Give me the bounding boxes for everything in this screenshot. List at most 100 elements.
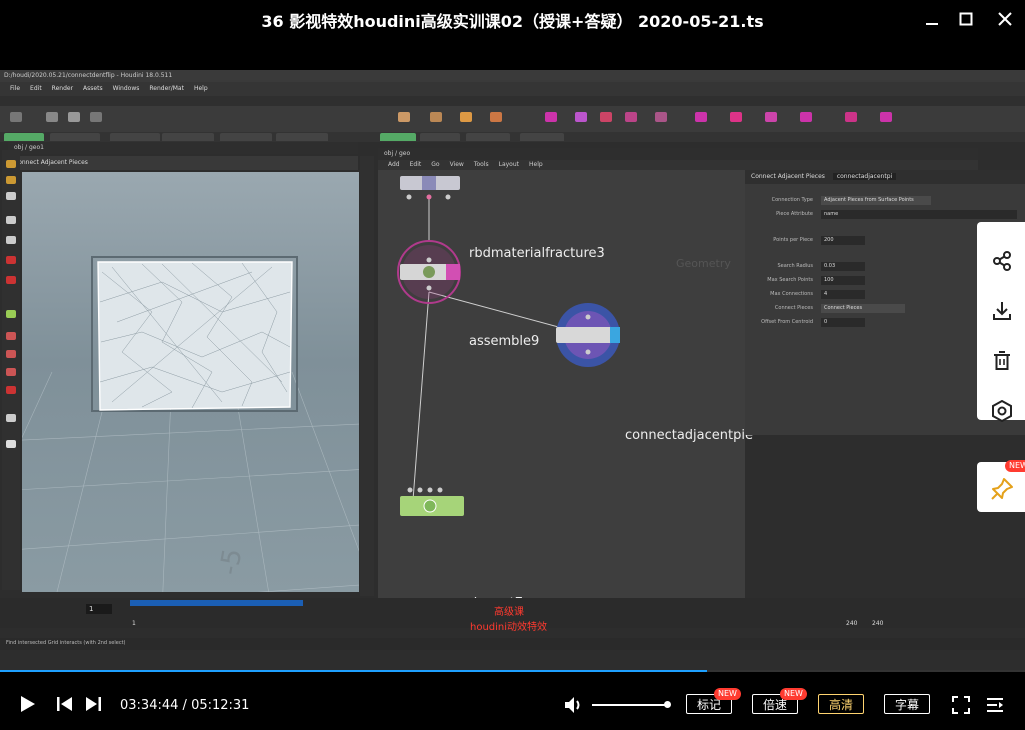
menu-rendermat: Render/Mat xyxy=(149,85,184,92)
parameter-header: Connect Adjacent Pieces connectadjacentp… xyxy=(745,170,1025,184)
shelf-tool-icon xyxy=(10,112,22,122)
next-button[interactable] xyxy=(84,695,102,717)
tool-icon[interactable] xyxy=(6,310,16,318)
tool-icon[interactable] xyxy=(6,350,16,358)
frame-start[interactable]: 1 xyxy=(132,620,136,627)
tool-icon[interactable] xyxy=(6,176,16,184)
node-rbdmaterialfracture3[interactable] xyxy=(400,176,460,200)
tool-icon[interactable] xyxy=(6,414,16,422)
pane-tab[interactable] xyxy=(220,133,272,141)
net-menu-edit[interactable]: Edit xyxy=(410,161,422,169)
video-frame[interactable]: D:/houdi/2020.05.21/connectdentflip - Ho… xyxy=(0,70,1025,670)
menu-assets: Assets xyxy=(83,85,103,92)
param-label: Offset From Centroid xyxy=(761,319,813,325)
tool-icon[interactable] xyxy=(6,386,16,394)
shelf-tool-icon xyxy=(625,112,637,122)
net-menu-go[interactable]: Go xyxy=(431,161,439,169)
pane-tab[interactable] xyxy=(50,133,100,141)
net-menu-view[interactable]: View xyxy=(450,161,464,169)
node-dopnet7[interactable] xyxy=(400,487,464,517)
playlist-icon xyxy=(987,698,1003,712)
shelf-tool-icon xyxy=(845,112,857,122)
parameter-node-name[interactable]: connectadjacentpi xyxy=(832,173,897,180)
share-button[interactable] xyxy=(989,248,1015,274)
pane-tab[interactable] xyxy=(110,133,160,141)
param-row: Piece Attribute name xyxy=(745,210,1025,220)
tool-icon[interactable] xyxy=(6,368,16,376)
param-value[interactable]: Adjacent Pieces from Surface Points xyxy=(821,196,931,205)
pane-tabs xyxy=(0,132,1025,142)
pin-new-badge: NEW xyxy=(1005,460,1025,472)
houdini-window-title: D:/houdi/2020.05.21/connectdentflip - Ho… xyxy=(0,70,1025,82)
maximize-button[interactable] xyxy=(951,6,981,32)
current-frame-field[interactable]: 1 xyxy=(86,604,112,614)
minimize-button[interactable] xyxy=(917,6,947,32)
pane-tab[interactable] xyxy=(380,133,416,141)
network-editor[interactable] xyxy=(378,170,745,598)
net-menu-help[interactable]: Help xyxy=(529,161,543,169)
fullscreen-button[interactable] xyxy=(952,696,970,718)
node-assemble9[interactable] xyxy=(397,240,461,304)
delete-button[interactable] xyxy=(989,348,1015,374)
param-value[interactable]: 0 xyxy=(821,318,865,327)
shelf-tool-icon xyxy=(880,112,892,122)
net-menu-tools[interactable]: Tools xyxy=(474,161,489,169)
pane-tab[interactable] xyxy=(520,133,564,141)
param-value[interactable]: 200 xyxy=(821,236,865,245)
param-value[interactable]: 4 xyxy=(821,290,865,299)
volume-slider[interactable] xyxy=(592,704,666,706)
pane-tab[interactable] xyxy=(466,133,510,141)
shelf-tool-icon xyxy=(68,112,80,122)
node-label-rbdmaterialfracture3: rbdmaterialfracture3 xyxy=(469,246,605,261)
shelf-tool-icon xyxy=(600,112,612,122)
play-button[interactable] xyxy=(18,694,38,718)
tool-icon[interactable] xyxy=(6,192,16,200)
pane-tab[interactable] xyxy=(420,133,460,141)
download-icon xyxy=(993,302,1011,320)
quality-button[interactable]: 高清 xyxy=(818,694,864,714)
close-icon xyxy=(998,12,1012,26)
timeline-cache-bar xyxy=(130,600,303,606)
node-label-connectadjacentpieces: connectadjacentpie xyxy=(625,428,753,443)
previous-button[interactable] xyxy=(56,695,74,717)
network-path-text: obj / geo xyxy=(384,150,411,157)
tool-icon[interactable] xyxy=(6,256,16,264)
menu-edit: Edit xyxy=(30,85,42,92)
subtitle-button[interactable]: 字幕 xyxy=(884,694,930,714)
viewport-scene: -5 xyxy=(22,256,359,592)
tool-icon[interactable] xyxy=(6,332,16,340)
tool-icon[interactable] xyxy=(6,160,16,168)
menu-file: File xyxy=(10,85,21,92)
tool-icon[interactable] xyxy=(6,216,16,224)
download-button[interactable] xyxy=(989,298,1015,324)
net-menu-add[interactable]: Add xyxy=(388,161,400,169)
pane-tab[interactable] xyxy=(4,133,44,141)
frame-end-global[interactable]: 240 xyxy=(872,620,883,627)
tool-icon[interactable] xyxy=(6,236,16,244)
maximize-icon xyxy=(959,12,973,26)
pin-button[interactable] xyxy=(989,476,1015,502)
node-connectadjacentpieces[interactable] xyxy=(556,303,620,367)
volume-button[interactable] xyxy=(563,695,585,719)
playlist-button[interactable] xyxy=(986,696,1004,718)
pin-icon xyxy=(991,478,1013,500)
param-value[interactable]: name xyxy=(821,210,1017,219)
param-label: Search Radius xyxy=(777,263,813,269)
tool-icon[interactable] xyxy=(6,276,16,284)
menu-help: Help xyxy=(193,85,208,92)
close-button[interactable] xyxy=(990,6,1020,32)
param-label: Piece Attribute xyxy=(776,211,813,217)
param-value[interactable]: 100 xyxy=(821,276,865,285)
param-value[interactable]: Connect Pieces xyxy=(821,304,905,313)
3d-viewport[interactable]: -5 xyxy=(22,172,359,592)
pane-tab[interactable] xyxy=(276,133,328,141)
volume-slider-handle[interactable] xyxy=(664,701,671,708)
shelf-tabs xyxy=(0,96,1025,106)
play-icon xyxy=(21,696,35,712)
net-menu-layout[interactable]: Layout xyxy=(499,161,519,169)
pane-tab[interactable] xyxy=(162,133,214,141)
tool-icon[interactable] xyxy=(6,440,16,448)
param-value[interactable]: 0.03 xyxy=(821,262,865,271)
frame-end[interactable]: 240 xyxy=(846,620,857,627)
focus-button[interactable] xyxy=(989,398,1015,424)
